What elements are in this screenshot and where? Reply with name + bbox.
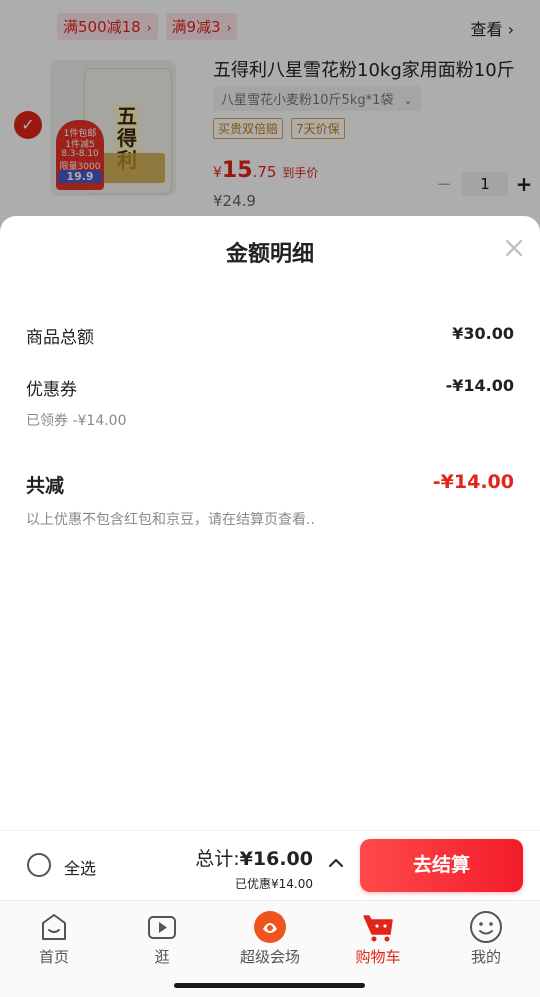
coupon-detail: 已领券 -¥14.00 [26,413,127,429]
goods-total-label: 商品总额 [26,328,94,348]
total-price: 总计:¥16.00 [195,848,313,870]
checkout-button[interactable]: 去结算 [360,839,523,892]
saved-amount: 已优惠¥14.00 [235,877,313,891]
home-icon [42,914,66,940]
tab-explore[interactable]: 逛 [108,909,216,967]
bottom-tab-bar: 首页 逛 超级会场 购物车 我的 [0,900,540,977]
home-indicator[interactable] [174,983,365,988]
amount-details-sheet: 金额明细 商品总额 ¥30.00 优惠券 -¥14.00 已领券 -¥14.00… [0,216,540,830]
coupon-label: 优惠券 [26,380,77,400]
tab-label: 购物车 [355,948,401,966]
chevron-up-icon[interactable] [326,853,346,873]
total-reduce-label: 共减 [26,475,65,497]
discount-note: 以上优惠不包含红包和京豆，请在结算页查看.. [26,512,315,528]
coupon-value: -¥14.00 [445,376,514,395]
profile-icon [470,911,502,943]
total-reduce-value: -¥14.00 [432,471,514,493]
select-all-checkbox[interactable] [27,853,51,877]
tab-label: 首页 [38,948,69,966]
tab-label: 我的 [470,948,501,966]
checkout-bar: 全选 总计:¥16.00 已优惠¥14.00 去结算 [0,830,540,901]
cart-item-background: 满500减18› 满9减3› 查看 › ✓ 五得利 1件包邮 1件减5 8.3-… [0,0,540,240]
tab-label: 超级会场 [239,948,300,966]
sheet-title: 金额明细 [225,242,314,267]
modal-overlay[interactable] [0,0,540,240]
super-venue-icon [254,911,286,943]
close-icon[interactable] [502,236,526,260]
tab-label: 逛 [154,948,170,966]
goods-total-value: ¥30.00 [452,324,514,343]
tab-super-venue[interactable]: 超级会场 [216,909,324,967]
cart-icon [363,915,393,942]
video-icon [148,916,176,939]
tab-profile[interactable]: 我的 [432,909,540,967]
select-all-label[interactable]: 全选 [64,855,96,879]
tab-cart[interactable]: 购物车 [324,909,432,967]
tab-home[interactable]: 首页 [0,909,108,967]
